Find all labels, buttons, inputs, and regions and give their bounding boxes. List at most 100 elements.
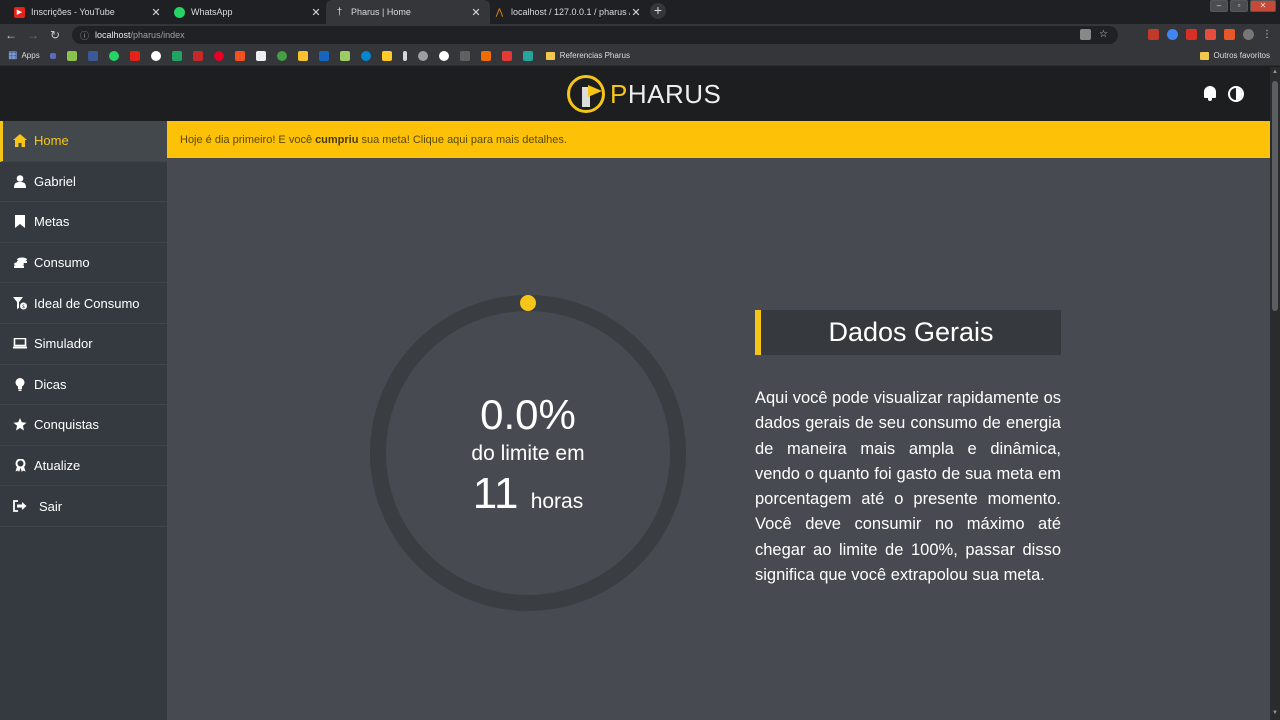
logo-rest: HARUS [627, 78, 722, 109]
extensions-bar: ⋮ [1148, 29, 1272, 40]
maximize-icon[interactable]: ▫ [1230, 0, 1248, 12]
bookmark-icon[interactable] [234, 50, 245, 61]
section-title: Dados Gerais [755, 310, 1061, 355]
logo-first-letter: P [610, 78, 628, 109]
sidebar: Home Gabriel Metas Consumo $ Ideal de Co… [0, 121, 167, 720]
info-icon[interactable]: ⓘ [80, 29, 89, 42]
facebook-icon[interactable] [87, 50, 98, 61]
main-content [167, 158, 1270, 720]
bookmark-icon[interactable] [297, 50, 308, 61]
bookmark-icon[interactable] [192, 50, 203, 61]
lighthouse-icon [567, 75, 605, 113]
sidebar-item-atualize[interactable]: Atualize [0, 446, 167, 487]
browser-tabstrip: ▶ Inscrições - YouTube ✕ WhatsApp ✕ † Ph… [0, 0, 1280, 24]
pharus-icon: † [336, 6, 343, 18]
bookmark-icon[interactable] [402, 50, 407, 61]
logo-text: PHARUS [610, 79, 721, 110]
sidebar-item-consumo[interactable]: Consumo [0, 243, 167, 284]
youtube-icon: ▶ [14, 6, 25, 18]
browser-tab-whatsapp[interactable]: WhatsApp ✕ [166, 0, 330, 24]
alert-text-before: Hoje é dia primeiro! E você [180, 133, 313, 146]
bookmark-icon[interactable] [360, 50, 371, 61]
adblock-icon[interactable] [1148, 29, 1159, 40]
forward-icon[interactable]: → [22, 24, 44, 46]
bell-icon[interactable] [1202, 85, 1218, 103]
close-tab-icon[interactable]: ✕ [630, 6, 642, 19]
sidebar-item-gabriel[interactable]: Gabriel [0, 162, 167, 203]
tab-title: Inscrições - YouTube [31, 7, 115, 17]
sidebar-item-label: Metas [34, 214, 70, 230]
browser-tab-phpmyadmin[interactable]: ⋀ localhost / 127.0.0.1 / pharus / c… ✕ [486, 0, 650, 24]
bookmarks-bar: ▦ Apps Referencias Pharus Outros favorit… [0, 46, 1280, 66]
github-icon[interactable] [417, 50, 428, 61]
sidebar-item-simulador[interactable]: Simulador [0, 324, 167, 365]
pinterest-icon[interactable] [213, 50, 224, 61]
browser-tab-youtube[interactable]: ▶ Inscrições - YouTube ✕ [6, 0, 170, 24]
translate-icon[interactable] [1080, 29, 1091, 40]
page-scrollbar[interactable]: ▲ ▼ [1270, 67, 1280, 720]
window-close-icon[interactable]: ✕ [1250, 0, 1276, 12]
bookmark-icon[interactable] [381, 50, 392, 61]
sidebar-item-label: Gabriel [34, 173, 76, 189]
google-icon[interactable] [150, 50, 161, 61]
scroll-up-icon[interactable]: ▲ [1271, 69, 1279, 77]
bookmark-icon[interactable] [501, 50, 512, 61]
sidebar-item-ideal-de-consumo[interactable]: $ Ideal de Consumo [0, 283, 167, 324]
reload-icon[interactable]: ↻ [44, 24, 66, 46]
phpmyadmin-icon: ⋀ [495, 6, 504, 17]
bookmark-icon[interactable] [255, 50, 266, 61]
apps-label: Apps [21, 51, 40, 60]
header-actions [1202, 85, 1244, 103]
drive-icon[interactable] [171, 50, 182, 61]
app-header: PHARUS [0, 67, 1270, 121]
office-icon[interactable] [1224, 29, 1235, 40]
bookmark-icon[interactable] [276, 50, 287, 61]
browser-tab-pharus[interactable]: † Pharus | Home ✕ [326, 0, 490, 24]
pdf-icon[interactable] [1186, 29, 1197, 40]
bookmark-folder-referencias[interactable]: Referencias Pharus [545, 51, 630, 60]
minimize-icon[interactable]: – [1210, 0, 1228, 12]
whatsapp-icon[interactable] [108, 50, 119, 61]
bookmark-icon [13, 215, 27, 229]
section-description: Aqui você pode visualizar rapidamente os… [755, 389, 1061, 585]
scroll-thumb[interactable] [1272, 81, 1278, 311]
pharus-logo[interactable]: PHARUS [567, 75, 721, 113]
sidebar-item-label: Atualize [34, 458, 81, 474]
star-icon[interactable]: ☆ [1099, 29, 1110, 40]
sidebar-item-dicas[interactable]: Dicas [0, 365, 167, 406]
menu-kebab-icon[interactable]: ⋮ [1262, 29, 1272, 40]
profile-avatar[interactable] [1243, 29, 1254, 40]
sidebar-item-conquistas[interactable]: Conquistas [0, 405, 167, 446]
google-account-icon[interactable] [1167, 29, 1178, 40]
back-icon[interactable]: ← [0, 24, 22, 46]
sidebar-item-label: Simulador [34, 336, 93, 352]
bookmark-icon[interactable] [438, 50, 449, 61]
bookmark-icon[interactable] [522, 50, 533, 61]
new-tab-button[interactable]: + [650, 3, 666, 19]
bookmark-icon[interactable] [480, 50, 491, 61]
bookmark-icon[interactable] [49, 52, 56, 59]
omnibox-actions: ☆ [1080, 29, 1110, 40]
tab-title: WhatsApp [191, 7, 233, 17]
whatsapp-icon [174, 6, 185, 18]
bookmark-folder-other[interactable]: Outros favoritos [1199, 51, 1270, 60]
close-tab-icon[interactable]: ✕ [150, 6, 162, 19]
extension-icon[interactable] [1205, 29, 1216, 40]
sidebar-item-sair[interactable]: Sair [0, 486, 167, 527]
bookmark-apps[interactable]: ▦ Apps [8, 50, 40, 61]
address-bar[interactable]: ⓘ localhost/pharus/index [72, 26, 1118, 44]
bookmark-icon[interactable] [339, 50, 350, 61]
contrast-toggle-icon[interactable] [1228, 86, 1244, 102]
bookmark-icon[interactable] [318, 50, 329, 61]
laptop-icon [13, 337, 27, 351]
funnel-dollar-icon: $ [13, 296, 27, 310]
goal-alert-banner[interactable]: Hoje é dia primeiro! E você cumpriu sua me… [167, 121, 1270, 158]
scroll-down-icon[interactable]: ▼ [1271, 710, 1279, 718]
close-tab-icon[interactable]: ✕ [310, 6, 322, 19]
bookmark-icon[interactable] [459, 50, 470, 61]
bookmark-icon[interactable] [66, 50, 77, 61]
close-tab-icon[interactable]: ✕ [470, 6, 482, 19]
youtube-icon[interactable] [129, 50, 140, 61]
sidebar-item-metas[interactable]: Metas [0, 202, 167, 243]
sidebar-item-home[interactable]: Home [0, 121, 167, 162]
